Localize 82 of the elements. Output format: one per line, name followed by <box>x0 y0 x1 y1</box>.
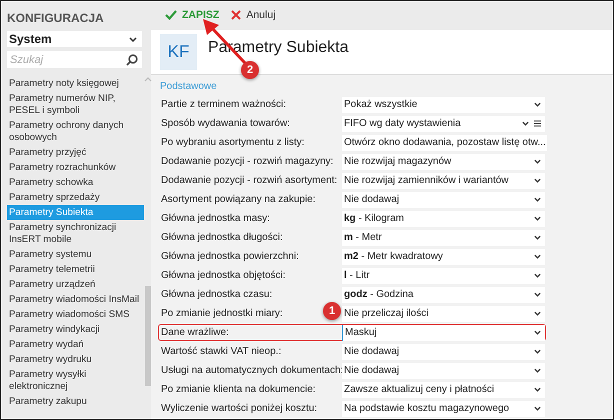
sidebar-item[interactable]: Parametry wydań <box>7 337 144 352</box>
select-field[interactable]: Otwórz okno dodawania, pozostaw listę otw... <box>342 134 547 150</box>
field-label: Główna jednostka powierzchni: <box>161 251 299 262</box>
select-field[interactable]: Maskuj <box>342 324 545 340</box>
section-title: Podstawowe <box>160 81 218 92</box>
select-field[interactable]: godz - Godzina <box>342 286 545 302</box>
step-badge: 2 <box>241 61 259 79</box>
select-field[interactable]: Nie rozwijaj magazynów <box>342 154 545 170</box>
field-label: Główna jednostka czasu: <box>161 289 272 300</box>
chevron-down-icon <box>534 330 541 335</box>
chevron-down-icon <box>534 311 541 316</box>
field-label: Główna jednostka długości: <box>161 232 283 243</box>
select-field[interactable]: l - Litr <box>342 268 545 284</box>
sidebar-item[interactable]: Parametry windykacji <box>7 322 144 337</box>
list-icon[interactable] <box>534 120 541 127</box>
field-label: Dodawanie pozycji - rozwiń asortyment: <box>161 175 338 186</box>
sidebar-item[interactable]: Parametry zakupu <box>7 394 144 409</box>
sidebar-item[interactable]: Parametry systemu <box>7 247 144 262</box>
select-field[interactable]: Pokaż wszystkie <box>342 96 545 112</box>
chevron-down-icon <box>534 216 541 221</box>
chevron-down-icon <box>534 235 541 240</box>
sidebar-item[interactable]: Parametry numerów NIP, PESEL i symboli <box>7 91 144 118</box>
field-label: Po zmianie jednostki miary: <box>161 308 283 319</box>
cancel-button[interactable]: Anuluj <box>227 7 280 24</box>
sidebar-item[interactable]: Parametry ochrony danych osobowych <box>7 118 144 145</box>
module-badge: KF <box>160 34 197 70</box>
sidebar-item[interactable]: Parametry wiadomości SMS <box>7 307 144 322</box>
chevron-down-icon <box>534 273 541 278</box>
field-label: Dodawanie pozycji - rozwiń magazyny: <box>161 156 334 167</box>
field-label: Dane wrażliwe: <box>161 327 229 338</box>
select-field[interactable]: kg - Kilogram <box>342 210 545 226</box>
field-label: Po zmianie klienta na dokumencie: <box>161 384 316 395</box>
select-field[interactable]: m - Metr <box>342 230 545 246</box>
close-icon <box>231 10 242 20</box>
checkmark-icon <box>165 10 177 20</box>
sidebar-item[interactable]: Parametry synchronizacji InsERT mobile <box>7 220 144 247</box>
field-label: Partie z terminem ważności: <box>161 99 286 110</box>
field-label: Wyliczenie wartości poniżej kosztu: <box>161 403 318 414</box>
chevron-down-icon <box>534 254 541 259</box>
select-field[interactable]: Nie rozwijaj zamienników i wariantów <box>342 172 545 188</box>
chevron-down-icon <box>534 406 541 411</box>
field-label: Wartość stawki VAT nieop.: <box>161 346 282 357</box>
select-field[interactable]: Nie dodawaj <box>342 344 545 360</box>
chevron-down-icon <box>522 121 529 126</box>
sidebar-item[interactable]: Parametry rozrachunków <box>7 160 144 175</box>
chevron-down-icon <box>534 387 541 392</box>
search-icon <box>126 54 138 66</box>
chevron-down-icon <box>534 349 541 354</box>
sidebar-item[interactable]: Parametry wydruku <box>7 352 144 367</box>
select-field[interactable]: m2 - Metr kwadratowy <box>342 248 545 264</box>
select-field[interactable]: Nie dodawaj <box>342 192 545 208</box>
search-field[interactable]: Szukaj <box>7 51 142 68</box>
select-field[interactable]: FIFO wg daty wystawienia <box>342 116 545 132</box>
sidebar-item[interactable]: Parametry wiadomości InsMail <box>7 292 144 307</box>
sidebar-item[interactable]: Parametry telemetrii <box>7 262 144 277</box>
select-field[interactable]: Na podstawie kosztu magazynowego <box>342 400 545 416</box>
select-field[interactable]: Zawsze aktualizuj ceny i płatności <box>342 382 545 398</box>
field-label: Sposób wydawania towarów: <box>161 118 290 129</box>
select-field[interactable]: Nie przeliczaj ilości <box>342 306 545 322</box>
chevron-down-icon <box>129 36 137 42</box>
sidebar-item[interactable]: Parametry noty księgowej <box>7 76 144 91</box>
step-badge: 1 <box>323 302 341 320</box>
field-label: Główna jednostka masy: <box>161 213 270 224</box>
sidebar-item[interactable]: Parametry sprzedaży <box>7 190 144 205</box>
chevron-down-icon <box>534 102 541 107</box>
sidebar-title: KONFIGURACJA <box>7 10 105 27</box>
select-field[interactable]: Nie dodawaj <box>342 362 545 378</box>
chevron-down-icon <box>534 292 541 297</box>
sidebar-item[interactable]: Parametry schowka <box>7 175 144 190</box>
sidebar-item[interactable]: Parametry urządzeń <box>7 277 144 292</box>
module-dropdown[interactable]: System <box>7 31 142 47</box>
scroll-up-icon[interactable] <box>144 77 152 82</box>
sidebar-item[interactable]: Parametry wysyłki elektronicznej <box>7 367 144 394</box>
field-label: Asortyment powiązany na zakupie: <box>161 194 316 205</box>
field-label: Po wybraniu asortymentu z listy: <box>161 137 304 148</box>
field-label: Usługi na automatycznych dokumentach: <box>161 365 344 376</box>
chevron-down-icon <box>534 159 541 164</box>
chevron-down-icon <box>534 197 541 202</box>
chevron-down-icon <box>534 178 541 183</box>
sidebar-item[interactable]: Parametry przyjęć <box>7 145 144 160</box>
chevron-down-icon <box>534 368 541 373</box>
field-label: Główna jednostka objętości: <box>161 270 286 281</box>
